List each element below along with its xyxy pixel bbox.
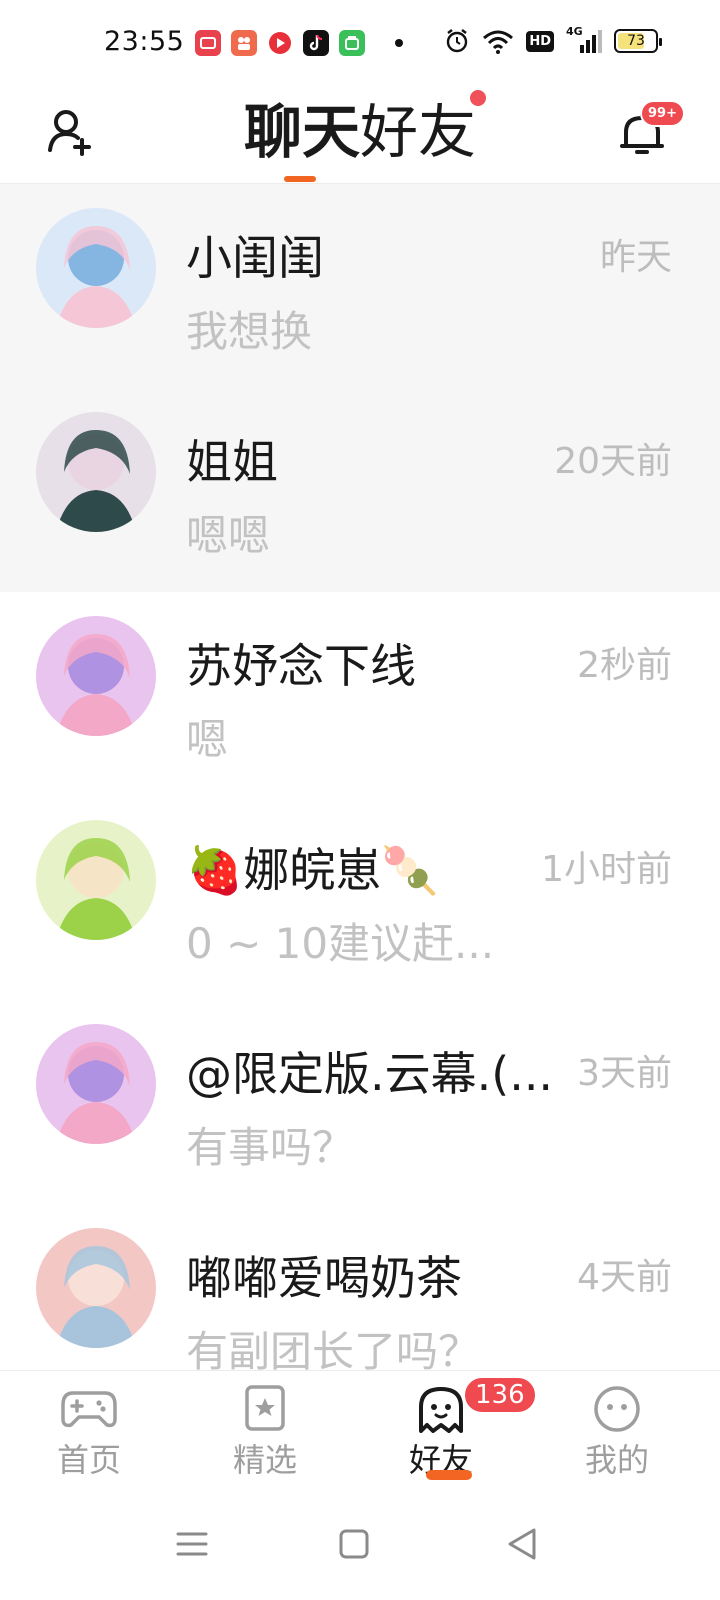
chat-preview: 有副团长了吗？ bbox=[186, 1327, 481, 1370]
avatar[interactable] bbox=[36, 820, 156, 940]
add-friend-button[interactable] bbox=[44, 106, 96, 158]
status-bar: 23:55 HD 4G 73 bbox=[0, 0, 720, 88]
chat-time: 3天前 bbox=[577, 1053, 672, 1094]
wifi-icon bbox=[483, 30, 514, 54]
tab-friends-red-dot bbox=[470, 90, 487, 106]
home-square-icon[interactable] bbox=[332, 1522, 376, 1566]
chat-name: 苏妤念下线 bbox=[186, 639, 416, 693]
chat-item[interactable]: 嘟嘟爱喝奶茶 4天前有副团长了吗？ bbox=[0, 1204, 720, 1370]
nav-active-indicator bbox=[426, 1470, 472, 1480]
system-icons: HD 4G 73 bbox=[444, 25, 662, 54]
chat-preview: 有事吗？ bbox=[186, 1123, 355, 1172]
nav-home[interactable]: 首页 bbox=[34, 1385, 144, 1481]
signal-icon: 4G bbox=[566, 25, 602, 53]
back-triangle-icon[interactable] bbox=[500, 1522, 544, 1566]
battery-level: 73 bbox=[627, 33, 645, 49]
chat-preview: 嗯 bbox=[186, 715, 229, 764]
community-app-icon bbox=[231, 30, 257, 56]
chat-item[interactable]: 小闺闺 昨天我想换 bbox=[0, 184, 720, 388]
tab-chat-label: 聊天 bbox=[244, 98, 361, 166]
chat-name: 🍓娜皖崽🍡 bbox=[186, 843, 439, 897]
add-user-icon bbox=[48, 110, 91, 156]
chat-item[interactable]: @限定版.云幕.(... 3天前有事吗？ bbox=[0, 1000, 720, 1204]
screen-record-icon bbox=[195, 30, 221, 56]
system-nav-bar bbox=[0, 1490, 720, 1600]
face-icon bbox=[594, 1386, 640, 1432]
chat-preview: 我想换 bbox=[186, 307, 313, 356]
bottom-nav: 首页 精选 好友 我的 bbox=[0, 1370, 720, 1480]
menu-icon[interactable] bbox=[170, 1522, 214, 1566]
tab-friends-label: 好友 bbox=[360, 98, 477, 166]
hd-icon: HD bbox=[526, 30, 554, 52]
chat-time: 2秒前 bbox=[577, 645, 672, 686]
chat-item[interactable]: 苏妤念下线 2秒前嗯 bbox=[0, 592, 720, 796]
chat-item[interactable]: 姐姐 20天前嗯嗯 bbox=[0, 388, 720, 592]
tiktok-icon bbox=[303, 30, 329, 56]
chat-time: 4天前 bbox=[577, 1257, 672, 1298]
nav-me[interactable]: 我的 bbox=[562, 1385, 672, 1481]
alarm-icon bbox=[447, 29, 468, 53]
tab-active-indicator bbox=[284, 176, 316, 182]
tab-chat[interactable]: 聊天 bbox=[244, 96, 361, 182]
avatar[interactable] bbox=[36, 1024, 156, 1144]
chat-time: 昨天 bbox=[599, 237, 672, 278]
nav-featured[interactable]: 精选 bbox=[210, 1385, 320, 1481]
chat-time: 1小时前 bbox=[541, 849, 672, 890]
nav-me-label: 我的 bbox=[584, 1441, 649, 1479]
store-app-icon bbox=[339, 30, 365, 56]
video-app-icon bbox=[267, 30, 293, 56]
chat-name: @限定版.云幕.(... bbox=[186, 1047, 554, 1101]
nav-featured-label: 精选 bbox=[232, 1441, 297, 1479]
tab-bar: 聊天 好友 bbox=[244, 90, 487, 182]
chat-time: 20天前 bbox=[554, 441, 672, 482]
avatar[interactable] bbox=[36, 412, 156, 532]
chat-name: 姐姐 bbox=[186, 435, 278, 489]
battery-icon: 73 bbox=[614, 29, 662, 53]
gamepad-icon bbox=[61, 1391, 117, 1428]
chat-preview: 嗯嗯 bbox=[186, 511, 271, 560]
chat-name: 嘟嘟爱喝奶茶 bbox=[186, 1251, 462, 1305]
top-header: 聊天 好友 bbox=[0, 88, 720, 184]
chat-list[interactable]: 小闺闺 昨天我想换姐姐 20天前嗯嗯苏妤念下线 2秒前嗯 🍓娜皖崽🍡 1小时前 0 ~ 10… bbox=[0, 184, 720, 1370]
nav-home-label: 首页 bbox=[56, 1441, 121, 1479]
chat-item[interactable]: 🍓娜皖崽🍡 1小时前 0 ~ 10建议赶... bbox=[0, 796, 720, 1000]
notification-count-badge: 99+ bbox=[640, 100, 685, 127]
star-card-icon bbox=[245, 1385, 285, 1431]
avatar[interactable] bbox=[36, 208, 156, 328]
avatar[interactable] bbox=[36, 616, 156, 736]
network-type-label: 4G bbox=[566, 25, 583, 38]
notification-icons bbox=[195, 30, 403, 56]
more-notifications-dot bbox=[395, 39, 403, 47]
avatar[interactable] bbox=[36, 1228, 156, 1348]
status-time: 23:55 bbox=[104, 26, 185, 57]
chat-preview: 0 ~ 10建议赶... bbox=[186, 919, 495, 968]
chat-name: 小闺闺 bbox=[186, 231, 324, 285]
tab-friends[interactable]: 好友 bbox=[360, 90, 487, 168]
friends-count-badge: 136 bbox=[462, 1375, 538, 1415]
